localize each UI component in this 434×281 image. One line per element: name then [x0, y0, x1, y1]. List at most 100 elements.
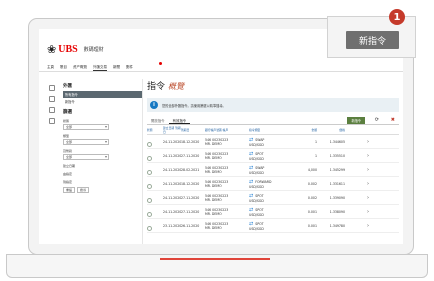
- new-order-button[interactable]: 新指令: [347, 117, 365, 124]
- created-date: 24.11.2020: [163, 181, 182, 186]
- info-banner: i 您的全部外匯指令。請使用篩選以精準搜尋。: [147, 98, 399, 112]
- col-price[interactable]: 價格: [321, 128, 349, 132]
- table-row[interactable]: 24.11.2020 18.12.2020 546 00230223 MR. DE…: [147, 135, 399, 149]
- pair-filter-label: 貨幣對: [63, 149, 73, 153]
- from-date-label[interactable]: 由指定: [63, 172, 142, 176]
- account-number: 546 00230223 MR. DEMO: [205, 138, 249, 146]
- account-holder: MR. DEMO: [205, 197, 222, 202]
- order-price: 1.335510: [329, 153, 345, 158]
- order-type: ⇄ SWAP USD/SGD: [249, 137, 293, 147]
- delete-icon[interactable]: ✖: [391, 117, 395, 123]
- mail-notification-dot: [159, 62, 162, 65]
- chevron-right-icon[interactable]: ›: [349, 139, 369, 145]
- created-date: 24.11.2020: [163, 209, 182, 214]
- callout-new-order-button[interactable]: 新指令: [346, 31, 399, 49]
- table-row[interactable]: 23.11.2020 26.11.2020 546 00230223 MR. DE…: [147, 219, 399, 233]
- col-type[interactable]: 指令類型: [249, 128, 293, 132]
- reset-button[interactable]: 重設: [63, 187, 76, 193]
- expiry-date: 18.12.2020: [181, 181, 200, 186]
- table-row[interactable]: 24.11.2020 27.11.2020 546 00230223 MR. DE…: [147, 205, 399, 219]
- page-title-suffix: 概覽: [168, 82, 185, 91]
- account-number: 546 00230223 MR. DEMO: [205, 194, 249, 202]
- order-amount: 0.001: [307, 223, 317, 228]
- created-date-label: 建立日期: [63, 164, 76, 168]
- created-date: 24.11.2020: [163, 195, 182, 200]
- chevron-right-icon[interactable]: ›: [349, 167, 369, 173]
- order-type-label: SWAP: [255, 137, 265, 142]
- table-row[interactable]: 24.11.2020 27.11.2020 546 00230223 MR. DE…: [147, 191, 399, 205]
- order-type-label: FORWARD: [255, 179, 272, 184]
- account-holder: MR. DEMO: [205, 155, 222, 160]
- page-title: 指令 概覽: [147, 79, 399, 92]
- created-date: 24.11.2020: [163, 167, 182, 172]
- order-type: ⇄ SWAP USD/SGD: [249, 165, 293, 175]
- order-type: ⇄ FORWARD USD/SGD: [249, 179, 293, 189]
- pair-filter-select[interactable]: 全部: [63, 154, 109, 160]
- order-price: 1.339090: [329, 195, 345, 200]
- expiry-date: 27.11.2020: [181, 195, 200, 200]
- pin-icon[interactable]: [49, 118, 55, 124]
- to-date-label[interactable]: 到指定: [63, 180, 142, 184]
- logo-text: UBS: [58, 43, 78, 55]
- account-holder: MR. DEMO: [205, 225, 222, 230]
- col-created[interactable]: 建立日期 到期日: [163, 126, 181, 134]
- account-number: 546 00230223 MR. DEMO: [205, 180, 249, 188]
- order-type-label: SPOT: [255, 221, 264, 226]
- status-filter-label: 狀態: [63, 119, 70, 123]
- order-amount: 0.002: [307, 195, 317, 200]
- col-expiry[interactable]: 到期日: [181, 128, 205, 132]
- order-type: ⇄ SPOT USD/SGD: [249, 221, 293, 231]
- col-amount[interactable]: 金額: [293, 128, 321, 132]
- main-content: 指令 概覽 i 您的全部外匯指令。請使用篩選以精準搜尋。 開放指令 有效指令 新指…: [147, 79, 399, 233]
- table-row[interactable]: 24.11.2020 18.12.2020 546 00230223 MR. DE…: [147, 177, 399, 191]
- order-amount: 0.001: [307, 209, 317, 214]
- created-date: 23.11.2020: [163, 223, 182, 228]
- account-holder: MR. DEMO: [205, 183, 222, 188]
- sidebar-item-new-order[interactable]: 新指令: [63, 98, 142, 105]
- account-number: 546 00230223 MR. DEMO: [205, 152, 249, 160]
- chevron-right-icon[interactable]: ›: [349, 195, 369, 201]
- tab-open-orders[interactable]: 開放指令: [147, 118, 169, 123]
- col-account[interactable]: 銀行帳戶號碼 帳戶: [205, 128, 249, 132]
- col-status[interactable]: 狀態: [147, 128, 163, 132]
- table-row[interactable]: 24.11.2020 28.02.2021 546 00230223 MR. DE…: [147, 163, 399, 177]
- currency-pair: USD/SGD: [249, 156, 264, 161]
- account-number: 546 00230223 MR. DEMO: [205, 166, 249, 174]
- settings-icon[interactable]: [49, 107, 55, 113]
- type-filter-label: 類型: [63, 134, 70, 138]
- app-title: 數碼理財: [83, 46, 104, 53]
- currency-pair: USD/SGD: [249, 212, 264, 217]
- order-type-label: SPOT: [255, 193, 264, 198]
- order-amount: 4,000: [307, 167, 317, 172]
- expiry-date: 27.11.2020: [181, 153, 200, 158]
- order-type-label: SPOT: [255, 207, 264, 212]
- expiry-date: 28.02.2021: [181, 167, 200, 172]
- filter-buttons: 重設 搜尋: [63, 187, 142, 193]
- expiry-date: 18.12.2020: [181, 139, 200, 144]
- order-type: ⇄ SPOT USD/SGD: [249, 207, 293, 217]
- order-tabs: 開放指令 有效指令 新指令 ⟳ ✖: [147, 117, 399, 125]
- tab-active-orders[interactable]: 有效指令: [168, 118, 191, 124]
- search-button[interactable]: 搜尋: [77, 187, 90, 193]
- info-icon: i: [150, 101, 158, 109]
- fx-icon[interactable]: [49, 85, 55, 91]
- table-row[interactable]: 24.11.2020 27.11.2020 546 00230223 MR. DE…: [147, 149, 399, 163]
- chevron-right-icon[interactable]: ›: [349, 181, 369, 187]
- chevron-right-icon[interactable]: ›: [349, 209, 369, 215]
- order-price: 1.345299: [329, 167, 345, 172]
- sidebar-item-all-orders[interactable]: 所有指令: [63, 91, 142, 98]
- currency-pair: USD/SGD: [249, 184, 264, 189]
- order-amount: 1: [314, 139, 317, 144]
- account-number: 546 00230223 MR. DEMO: [205, 208, 249, 216]
- chevron-right-icon[interactable]: ›: [349, 223, 369, 229]
- orders-icon[interactable]: [49, 96, 55, 102]
- currency-pair: USD/SGD: [249, 142, 264, 147]
- created-date: 24.11.2020: [163, 153, 182, 158]
- status-check-icon: [147, 226, 152, 231]
- status-filter-select[interactable]: 全部: [63, 124, 109, 130]
- info-text: 您的全部外匯指令。請使用篩選以精準搜尋。: [162, 103, 226, 108]
- type-filter-select[interactable]: 全部: [63, 139, 109, 145]
- expiry-date: 27.11.2020: [181, 209, 200, 214]
- chevron-right-icon[interactable]: ›: [349, 153, 369, 159]
- refresh-icon[interactable]: ⟳: [375, 117, 379, 123]
